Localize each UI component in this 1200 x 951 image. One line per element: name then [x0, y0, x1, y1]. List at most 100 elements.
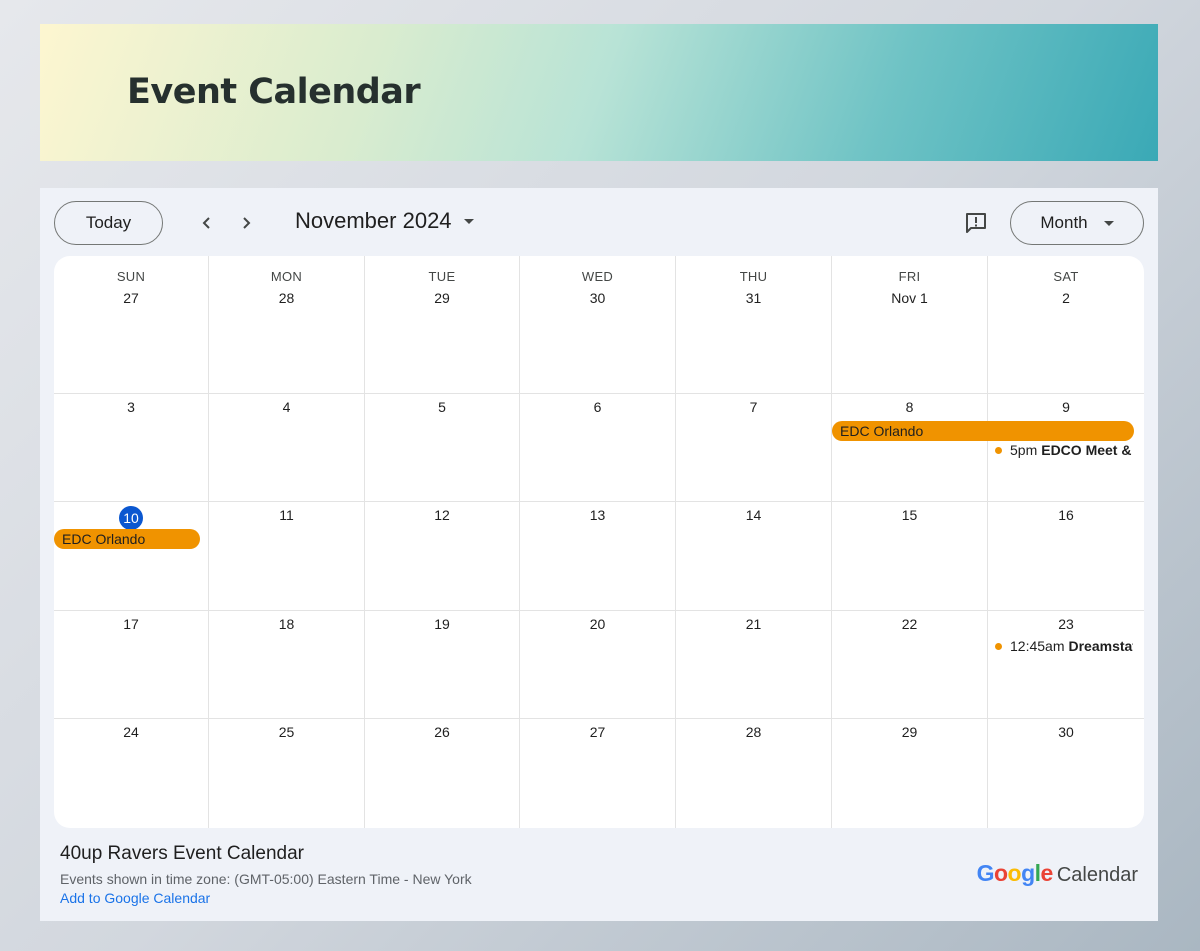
day-cell[interactable]: 24: [54, 719, 209, 828]
all-day-event-chip[interactable]: EDC Orlando: [832, 421, 1134, 441]
caret-down-icon: [463, 218, 474, 224]
date-number[interactable]: 6: [520, 399, 675, 415]
timed-event[interactable]: 5pm EDCO Meet &: [995, 442, 1133, 458]
day-cell[interactable]: 12: [365, 502, 520, 611]
date-number[interactable]: 9: [988, 399, 1144, 415]
day-cell[interactable]: 25: [209, 719, 365, 828]
date-number[interactable]: 7: [676, 399, 831, 415]
calendar-wordmark: Calendar: [1056, 864, 1138, 886]
date-number[interactable]: 14: [676, 507, 831, 523]
weekday-label: TUE: [428, 269, 456, 284]
day-cell[interactable]: 26: [365, 719, 520, 828]
date-number[interactable]: 20: [520, 616, 675, 632]
day-cell[interactable]: SAT 2: [988, 256, 1144, 394]
day-cell[interactable]: MON 28: [209, 256, 365, 394]
date-number[interactable]: 8: [832, 399, 987, 415]
date-number[interactable]: 27: [520, 724, 675, 740]
day-cell[interactable]: 22: [832, 611, 988, 719]
day-cell[interactable]: 11: [209, 502, 365, 611]
day-cell[interactable]: 3: [54, 394, 209, 502]
date-number[interactable]: 29: [365, 290, 519, 306]
timed-event[interactable]: 12:45amDreamstate: [995, 638, 1133, 654]
day-cell[interactable]: 20: [520, 611, 676, 719]
logo-letter: e: [1040, 860, 1054, 886]
date-number[interactable]: 16: [988, 507, 1144, 523]
view-selector[interactable]: Month: [1010, 201, 1144, 245]
date-number[interactable]: 28: [676, 724, 831, 740]
date-number[interactable]: 28: [209, 290, 364, 306]
next-month-button[interactable]: [229, 206, 263, 240]
previous-month-button[interactable]: [190, 206, 224, 240]
date-number[interactable]: 13: [520, 507, 675, 523]
month-grid: SUN 27 MON 28 TUE 29 WED 30 THU 31 FRI Nov 1 SAT 2 3 4 5…: [54, 256, 1144, 828]
day-cell[interactable]: 18: [209, 611, 365, 719]
day-cell[interactable]: 16: [988, 502, 1144, 611]
date-number[interactable]: 31: [676, 290, 831, 306]
day-cell[interactable]: THU 31: [676, 256, 832, 394]
date-number[interactable]: 27: [54, 290, 208, 306]
weekday-label: FRI: [898, 269, 921, 284]
day-cell[interactable]: 14: [676, 502, 832, 611]
page-title: Event Calendar: [127, 72, 421, 112]
date-number[interactable]: 21: [676, 616, 831, 632]
date-number[interactable]: 30: [988, 724, 1144, 740]
date-number[interactable]: 4: [209, 399, 364, 415]
feedback-button[interactable]: [963, 210, 989, 236]
event-dot-icon: [995, 642, 1002, 650]
date-number[interactable]: 23: [988, 616, 1144, 632]
day-cell[interactable]: 7: [676, 394, 832, 502]
date-number[interactable]: 24: [54, 724, 208, 740]
day-cell[interactable]: 4: [209, 394, 365, 502]
add-to-google-calendar-link[interactable]: Add to Google Calendar: [60, 890, 210, 906]
day-cell[interactable]: 8: [832, 394, 988, 502]
day-cell[interactable]: 5: [365, 394, 520, 502]
month-picker[interactable]: November 2024: [295, 208, 474, 234]
date-number[interactable]: 12: [365, 507, 519, 523]
google-wordmark: Google: [977, 860, 1054, 887]
date-number[interactable]: 18: [209, 616, 364, 632]
day-cell[interactable]: SUN 27: [54, 256, 209, 394]
date-number[interactable]: 5: [365, 399, 519, 415]
calendar-toolbar: Today November 2024 Month: [40, 188, 1158, 256]
date-number[interactable]: 17: [54, 616, 208, 632]
event-time: 12:45am: [1010, 638, 1065, 654]
logo-letter: o: [993, 860, 1008, 886]
event-time: 5pm: [1010, 442, 1038, 458]
day-cell[interactable]: 28: [676, 719, 832, 828]
date-number[interactable]: 11: [209, 507, 364, 523]
calendar-name: 40up Ravers Event Calendar: [60, 843, 304, 864]
day-cell[interactable]: 6: [520, 394, 676, 502]
day-cell[interactable]: 19: [365, 611, 520, 719]
date-number[interactable]: Nov 1: [832, 290, 987, 306]
date-number[interactable]: 3: [54, 399, 208, 415]
day-cell[interactable]: 13: [520, 502, 676, 611]
date-number[interactable]: 19: [365, 616, 519, 632]
date-number[interactable]: 25: [209, 724, 364, 740]
day-cell[interactable]: 15: [832, 502, 988, 611]
date-number[interactable]: 22: [832, 616, 987, 632]
day-cell[interactable]: 10: [54, 502, 209, 611]
today-date-badge[interactable]: 10: [119, 506, 143, 530]
day-cell[interactable]: TUE 29: [365, 256, 520, 394]
day-cell[interactable]: 30: [988, 719, 1144, 828]
date-number[interactable]: 29: [832, 724, 987, 740]
day-cell[interactable]: FRI Nov 1: [832, 256, 988, 394]
date-number[interactable]: 15: [832, 507, 987, 523]
logo-letter: o: [1007, 860, 1022, 886]
day-cell[interactable]: 23: [988, 611, 1144, 719]
weekday-label: THU: [739, 269, 768, 284]
today-button[interactable]: Today: [54, 201, 163, 245]
google-calendar-logo[interactable]: Google Calendar: [977, 860, 1138, 887]
day-cell[interactable]: 21: [676, 611, 832, 719]
day-cell[interactable]: 27: [520, 719, 676, 828]
day-cell[interactable]: WED 30: [520, 256, 676, 394]
date-number[interactable]: 30: [520, 290, 675, 306]
day-cell[interactable]: 29: [832, 719, 988, 828]
logo-letter: g: [1021, 860, 1035, 886]
event-dot-icon: [995, 446, 1002, 454]
all-day-event-chip[interactable]: EDC Orlando: [54, 529, 200, 549]
day-cell[interactable]: 17: [54, 611, 209, 719]
calendar-embed: Today November 2024 Month SUN 27 MON 28 TUE 2…: [40, 188, 1158, 921]
date-number[interactable]: 26: [365, 724, 519, 740]
date-number[interactable]: 2: [988, 290, 1144, 306]
